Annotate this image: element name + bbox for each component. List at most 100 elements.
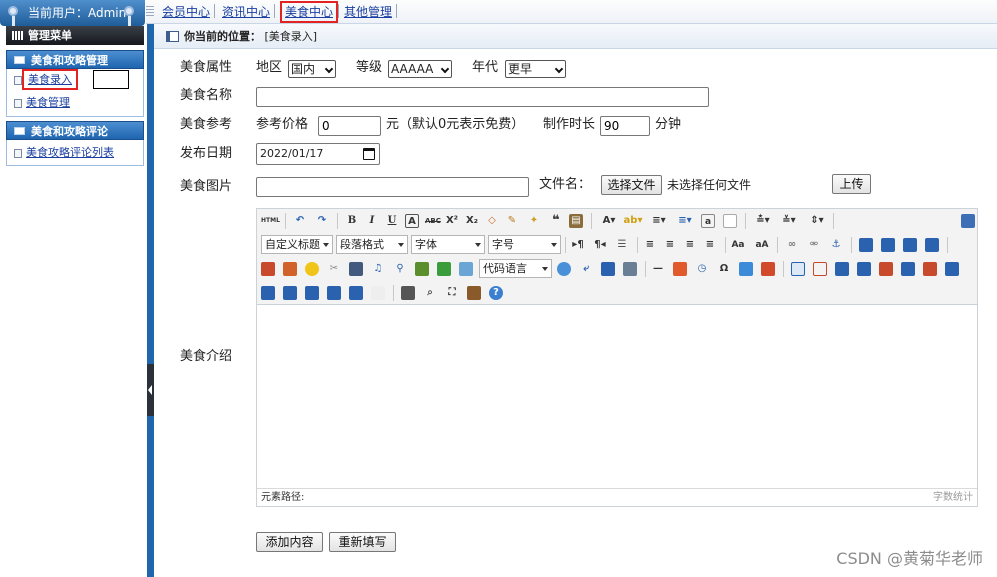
to-uppercase-icon[interactable]: Aa bbox=[731, 238, 745, 252]
search-replace-icon[interactable] bbox=[761, 262, 775, 276]
emotion-icon[interactable] bbox=[305, 262, 319, 276]
topnav-news-center[interactable]: 资讯中心 bbox=[222, 4, 270, 20]
code-language-select[interactable]: 代码语言 bbox=[479, 259, 552, 278]
bold-icon[interactable]: B bbox=[345, 214, 359, 228]
row-spacing-top-icon[interactable]: ≛▾ bbox=[753, 214, 773, 228]
publish-date-input[interactable]: 2022/01/17 bbox=[256, 143, 380, 165]
sidebar-group-food-guide-management[interactable]: 美食和攻略管理 bbox=[6, 50, 144, 69]
font-family-select[interactable]: 字体 bbox=[411, 235, 485, 254]
highlight-icon[interactable]: ab▾ bbox=[623, 214, 643, 228]
insert-frame-icon[interactable] bbox=[459, 262, 473, 276]
page-break-icon[interactable]: ⤶ bbox=[579, 262, 593, 276]
undo-icon[interactable]: ↶ bbox=[293, 214, 307, 228]
align-center-icon[interactable]: ≡ bbox=[663, 238, 677, 252]
scrawl-icon[interactable]: ✂ bbox=[327, 262, 341, 276]
link-icon[interactable]: ∞ bbox=[785, 238, 799, 252]
html-source-icon[interactable]: HTML bbox=[261, 214, 280, 228]
upload-button[interactable]: 上传 bbox=[832, 174, 871, 194]
template-icon[interactable] bbox=[601, 262, 615, 276]
fullscreen-icon[interactable] bbox=[961, 214, 975, 228]
simple-upload-icon[interactable] bbox=[261, 262, 275, 276]
unlink-icon[interactable]: ⚮ bbox=[807, 238, 821, 252]
image-center-icon[interactable] bbox=[925, 238, 939, 252]
insert-paragraph-before-table-icon[interactable] bbox=[835, 262, 849, 276]
underline-icon[interactable]: U bbox=[385, 214, 399, 228]
image-right-icon[interactable] bbox=[903, 238, 917, 252]
eraser-icon[interactable]: ◇ bbox=[485, 214, 499, 228]
merge-cells-icon[interactable] bbox=[945, 262, 959, 276]
find-icon[interactable]: ⛶ bbox=[445, 286, 459, 300]
paragraph-format-select[interactable]: 段落格式 bbox=[336, 235, 408, 254]
superscript-icon[interactable]: X² bbox=[445, 214, 459, 228]
era-select[interactable]: 更早 bbox=[505, 60, 566, 78]
image-path-input[interactable] bbox=[256, 177, 529, 197]
indent-icon[interactable]: ☰ bbox=[615, 238, 629, 252]
merge-down-icon[interactable] bbox=[283, 286, 297, 300]
image-none-icon[interactable] bbox=[859, 238, 873, 252]
food-name-input[interactable] bbox=[256, 87, 709, 107]
add-content-button[interactable]: 添加内容 bbox=[256, 532, 323, 552]
select-all-icon[interactable]: a bbox=[701, 214, 715, 228]
insert-col-icon[interactable] bbox=[901, 262, 915, 276]
auto-format-icon[interactable]: ✦ bbox=[527, 214, 541, 228]
paste-plain-icon[interactable]: ▤ bbox=[569, 214, 583, 228]
calendar-icon[interactable] bbox=[363, 148, 375, 160]
ordered-list-icon[interactable]: ≡▾ bbox=[649, 214, 669, 228]
choose-file-button[interactable]: 选择文件 bbox=[601, 175, 662, 195]
italic-icon[interactable]: I bbox=[365, 214, 379, 228]
topnav-member-center[interactable]: 会员中心 bbox=[162, 4, 210, 20]
clear-doc-icon[interactable] bbox=[723, 214, 737, 228]
sidebar-group-food-guide-comments[interactable]: 美食和攻略评论 bbox=[6, 121, 144, 140]
image-left-icon[interactable] bbox=[881, 238, 895, 252]
grade-select[interactable]: AAAAA bbox=[388, 60, 452, 78]
editor-content-area[interactable] bbox=[257, 305, 977, 488]
custom-heading-select[interactable]: 自定义标题 bbox=[261, 235, 333, 254]
attachment-icon[interactable]: ⚲ bbox=[393, 262, 407, 276]
delete-row-icon[interactable] bbox=[879, 262, 893, 276]
help-icon[interactable]: ? bbox=[489, 286, 503, 300]
music-icon[interactable]: ♫ bbox=[371, 262, 385, 276]
preview-icon[interactable]: ⌕ bbox=[423, 286, 437, 300]
print-icon[interactable] bbox=[401, 286, 415, 300]
duration-input[interactable] bbox=[600, 116, 650, 136]
date-icon[interactable] bbox=[673, 262, 687, 276]
topnav-other-management[interactable]: 其他管理 bbox=[344, 4, 392, 20]
insert-image-icon[interactable] bbox=[283, 262, 297, 276]
sidebar-item-food-management[interactable]: 美食管理 bbox=[14, 96, 70, 110]
topnav-food-center[interactable]: 美食中心 bbox=[279, 1, 339, 23]
redo-icon[interactable]: ↷ bbox=[315, 214, 329, 228]
collapse-sidebar-toggle[interactable] bbox=[147, 364, 154, 416]
web-app-icon[interactable] bbox=[557, 262, 571, 276]
rtl-icon[interactable]: ¶◂ bbox=[593, 238, 607, 252]
background-icon[interactable] bbox=[623, 262, 637, 276]
split-to-cols-icon[interactable] bbox=[349, 286, 363, 300]
sidebar-item-comment-list[interactable]: 美食攻略评论列表 bbox=[14, 146, 114, 160]
blockquote-icon[interactable]: ❝ bbox=[549, 214, 563, 228]
split-to-rows-icon[interactable] bbox=[327, 286, 341, 300]
insert-video-icon[interactable] bbox=[349, 262, 363, 276]
region-select[interactable]: 国内 bbox=[288, 60, 336, 78]
map-icon[interactable] bbox=[415, 262, 429, 276]
merge-right-icon[interactable] bbox=[261, 286, 275, 300]
insert-table-icon[interactable] bbox=[791, 262, 805, 276]
anchor-icon[interactable]: ⚓ bbox=[829, 238, 843, 252]
align-left-icon[interactable]: ≡ bbox=[643, 238, 657, 252]
to-lowercase-icon[interactable]: aA bbox=[755, 238, 769, 252]
delete-col-icon[interactable] bbox=[923, 262, 937, 276]
delete-table-icon[interactable] bbox=[813, 262, 827, 276]
align-right-icon[interactable]: ≡ bbox=[683, 238, 697, 252]
time-icon[interactable]: ◷ bbox=[695, 262, 709, 276]
font-border-icon[interactable]: A bbox=[405, 214, 419, 228]
align-justify-icon[interactable]: ≡ bbox=[703, 238, 717, 252]
google-map-icon[interactable] bbox=[437, 262, 451, 276]
subscript-icon[interactable]: X₂ bbox=[465, 214, 479, 228]
special-chars-icon[interactable]: Ω bbox=[717, 262, 731, 276]
insert-row-icon[interactable] bbox=[857, 262, 871, 276]
strikethrough-icon[interactable]: ABC bbox=[425, 214, 441, 228]
unordered-list-icon[interactable]: ≡▾ bbox=[675, 214, 695, 228]
ltr-icon[interactable]: ▸¶ bbox=[571, 238, 585, 252]
font-size-select[interactable]: 字号 bbox=[488, 235, 561, 254]
font-color-icon[interactable]: A▾ bbox=[599, 214, 619, 228]
sidebar-item-food-entry[interactable]: 美食录入 bbox=[14, 69, 78, 90]
word-image-icon[interactable] bbox=[739, 262, 753, 276]
